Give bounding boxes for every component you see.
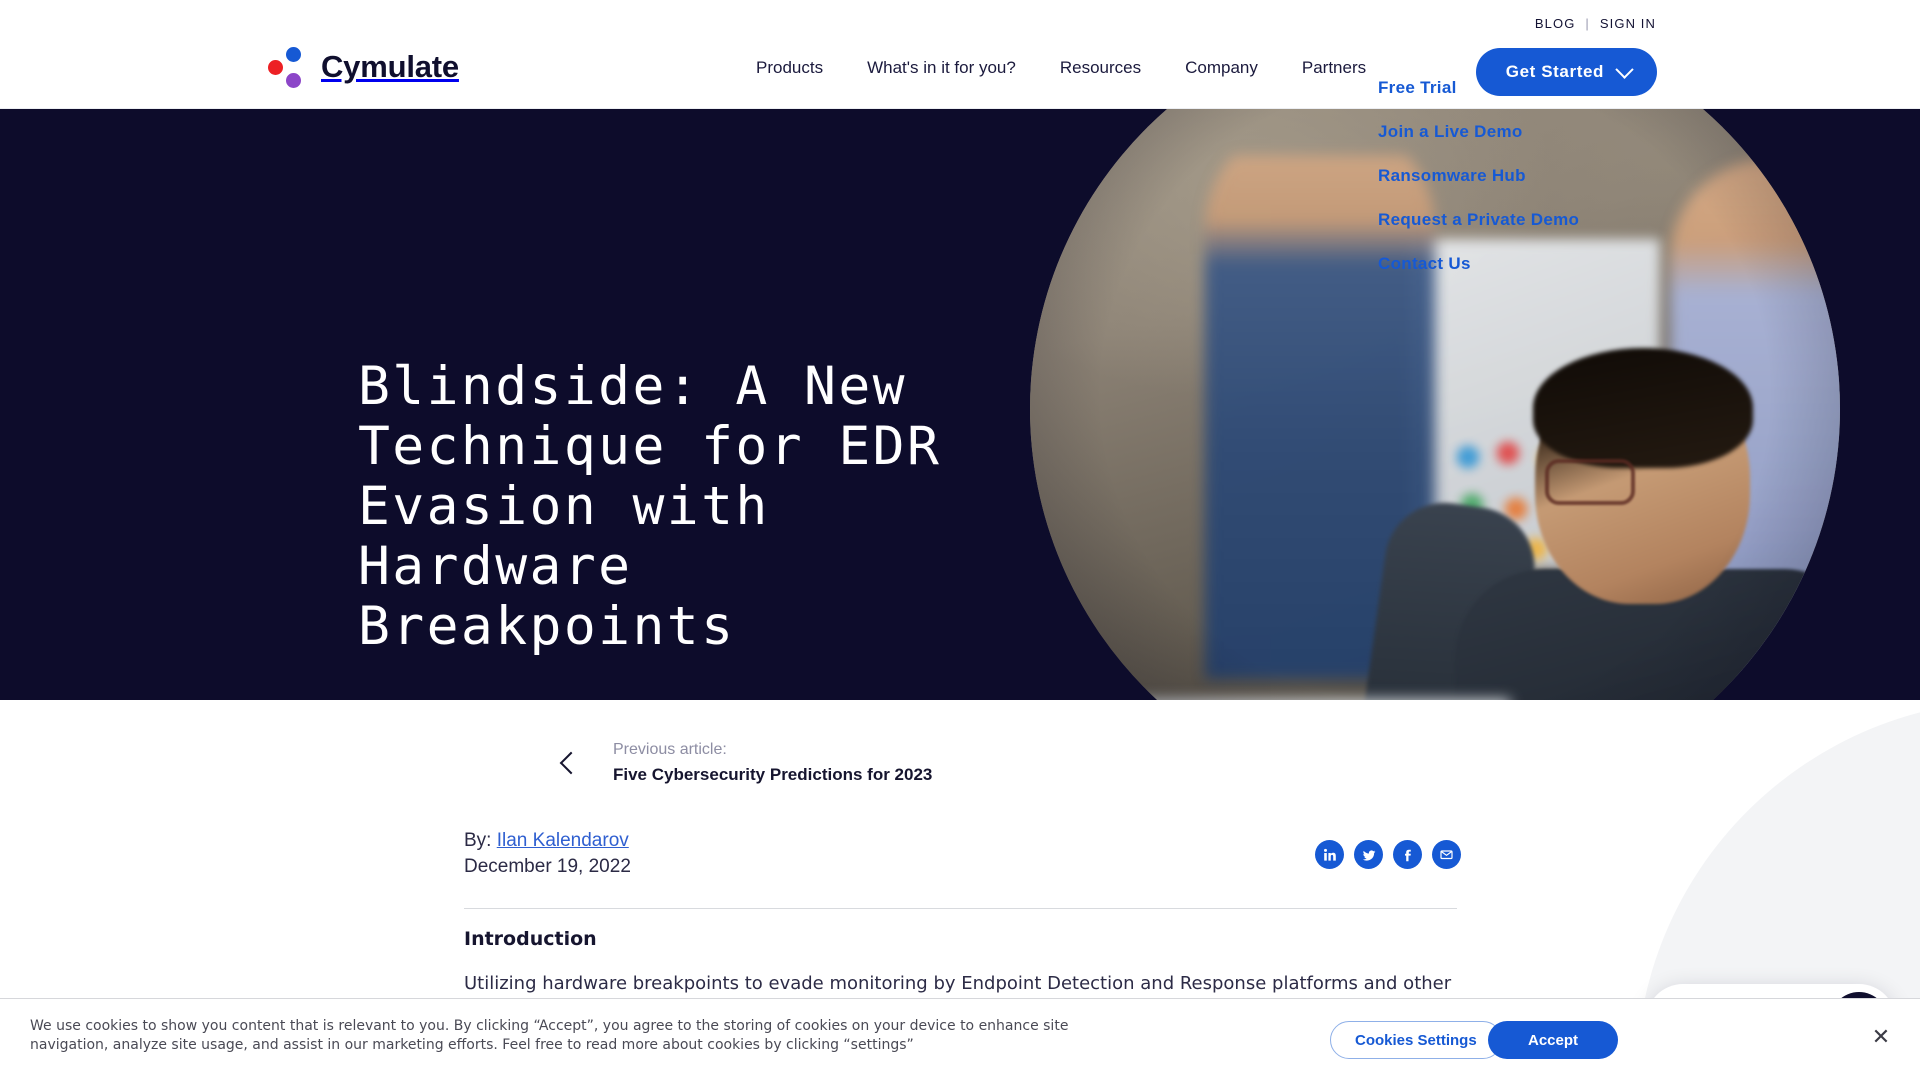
- logo-dots-icon: [266, 46, 308, 88]
- article-byline: By: Ilan Kalendarov December 19, 2022: [464, 828, 631, 880]
- nav-item-resources[interactable]: Resources: [1060, 58, 1141, 78]
- nav-item-products[interactable]: Products: [756, 58, 823, 78]
- page-root: BLOG | SIGN IN Cymulate Products What's …: [0, 0, 1920, 1080]
- get-started-label: Get Started: [1505, 62, 1604, 81]
- dropdown-item-request-a-private-demo[interactable]: Request a Private Demo: [1378, 210, 1579, 230]
- dropdown-item-ransomware-hub[interactable]: Ransomware Hub: [1378, 166, 1526, 186]
- dropdown-item-free-trial[interactable]: Free Trial: [1378, 78, 1457, 98]
- article-paragraph: Utilizing hardware breakpoints to evade …: [464, 973, 1452, 994]
- page-title: Blindside: A New Technique for EDR Evasi…: [358, 356, 942, 657]
- accept-cookies-button[interactable]: Accept: [1488, 1021, 1619, 1059]
- hero-photo: [1030, 109, 1840, 700]
- publish-date: December 19, 2022: [464, 856, 631, 877]
- nav-item-whats-in-it-for-you[interactable]: What's in it for you?: [867, 58, 1016, 78]
- main-nav: Products What's in it for you? Resources…: [756, 58, 1366, 78]
- cookie-consent-text: We use cookies to show you content that …: [30, 1018, 1069, 1053]
- social-share-row: [1315, 840, 1461, 869]
- previous-article-title: Five Cybersecurity Predictions for 2023: [613, 765, 933, 784]
- dropdown-item-contact-us[interactable]: Contact Us: [1378, 254, 1471, 274]
- logo-wordmark: Cymulate: [321, 49, 459, 84]
- email-icon[interactable]: [1432, 840, 1461, 869]
- dropdown-item-join-a-live-demo[interactable]: Join a Live Demo: [1378, 122, 1523, 142]
- cookies-settings-button[interactable]: Cookies Settings: [1330, 1021, 1502, 1059]
- close-icon[interactable]: ✕: [1870, 1027, 1892, 1049]
- section-heading-introduction: Introduction: [464, 928, 597, 950]
- hero-banner: Blindside: A New Technique for EDR Evasi…: [0, 109, 1920, 700]
- content-divider: [464, 908, 1457, 909]
- author-line: By: Ilan Kalendarov: [464, 828, 631, 854]
- nav-item-partners[interactable]: Partners: [1302, 58, 1366, 78]
- utility-separator: |: [1585, 16, 1590, 31]
- previous-article-text: Previous article: Five Cybersecurity Pre…: [613, 741, 932, 785]
- facebook-icon[interactable]: [1393, 840, 1422, 869]
- chevron-left-icon: [559, 751, 583, 775]
- cymulate-logo[interactable]: Cymulate: [266, 46, 459, 88]
- previous-article-label: Previous article:: [613, 741, 727, 758]
- blog-link[interactable]: BLOG: [1535, 16, 1576, 31]
- cookie-consent-banner: We use cookies to show you content that …: [0, 998, 1920, 1080]
- nav-item-company[interactable]: Company: [1185, 58, 1258, 78]
- by-prefix: By:: [464, 830, 492, 851]
- chevron-down-icon: [1615, 59, 1634, 79]
- twitter-icon[interactable]: [1354, 840, 1383, 869]
- sign-in-link[interactable]: SIGN IN: [1600, 16, 1656, 31]
- previous-article-link[interactable]: Previous article: Five Cybersecurity Pre…: [559, 741, 932, 785]
- author-link[interactable]: Ilan Kalendarov: [497, 830, 629, 851]
- get-started-button[interactable]: Get Started: [1475, 48, 1657, 96]
- linkedin-icon[interactable]: [1315, 840, 1344, 869]
- utility-nav: BLOG | SIGN IN: [1535, 16, 1656, 31]
